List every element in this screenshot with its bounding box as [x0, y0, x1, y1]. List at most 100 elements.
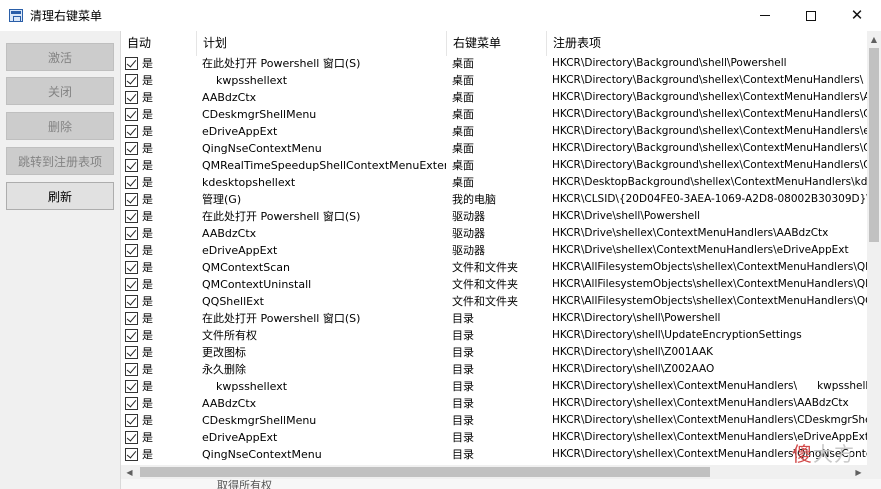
- table-row[interactable]: 是 更改图标 目录 HKCR\Directory\shell\Z001AAK: [121, 344, 867, 361]
- table-row[interactable]: 是 eDriveAppExt 驱动器 HKCR\Drive\shellex\Conte…: [121, 242, 867, 259]
- auto-cell[interactable]: 是: [125, 361, 197, 378]
- table-row[interactable]: 是 AABdzCtx 桌面 HKCR\Directory\Background\she…: [121, 89, 867, 106]
- checkbox-checked-icon[interactable]: [125, 380, 138, 393]
- checkbox-checked-icon[interactable]: [125, 142, 138, 155]
- scroll-right-icon[interactable]: ▶: [850, 465, 867, 479]
- auto-cell[interactable]: 是: [125, 191, 197, 208]
- checkbox-checked-icon[interactable]: [125, 125, 138, 138]
- scroll-up-icon[interactable]: ▲: [867, 31, 881, 48]
- delete-button[interactable]: 删除: [6, 112, 114, 140]
- column-header-auto[interactable]: 自动: [121, 31, 197, 56]
- horizontal-scroll-thumb[interactable]: [140, 467, 710, 477]
- table-row[interactable]: 是 QMContextUninstall 文件和文件夹 HKCR\AllFilesys…: [121, 276, 867, 293]
- auto-cell[interactable]: 是: [125, 123, 197, 140]
- table-row[interactable]: 是 kdesktopshellext 桌面 HKCR\DesktopBackgroun…: [121, 174, 867, 191]
- checkbox-checked-icon[interactable]: [125, 346, 138, 359]
- table-row[interactable]: 是 QingNseContextMenu 目录 HKCR\Directory\shel…: [121, 446, 867, 463]
- vertical-scroll-thumb[interactable]: [869, 48, 879, 242]
- table-row[interactable]: 是 AABdzCtx 目录 HKCR\Directory\shellex\Contex…: [121, 395, 867, 412]
- auto-cell[interactable]: 是: [125, 395, 197, 412]
- auto-value: 是: [142, 312, 153, 325]
- checkbox-checked-icon[interactable]: [125, 227, 138, 240]
- table-row[interactable]: 是 eDriveAppExt 目录 HKCR\Directory\shellex\Co…: [121, 429, 867, 446]
- auto-cell[interactable]: 是: [125, 276, 197, 293]
- auto-cell[interactable]: 是: [125, 242, 197, 259]
- minimize-icon: [760, 15, 770, 16]
- auto-cell[interactable]: 是: [125, 140, 197, 157]
- table-row[interactable]: 是 QMRealTimeSpeedupShellContextMenuExtens…: [121, 157, 867, 174]
- maximize-button[interactable]: [788, 0, 834, 31]
- auto-cell[interactable]: 是: [125, 310, 197, 327]
- auto-cell[interactable]: 是: [125, 293, 197, 310]
- auto-cell[interactable]: 是: [125, 174, 197, 191]
- scroll-left-icon[interactable]: ◀: [121, 465, 138, 479]
- checkbox-checked-icon[interactable]: [125, 278, 138, 291]
- checkbox-checked-icon[interactable]: [125, 397, 138, 410]
- checkbox-checked-icon[interactable]: [125, 431, 138, 444]
- auto-cell[interactable]: 是: [125, 89, 197, 106]
- checkbox-checked-icon[interactable]: [125, 210, 138, 223]
- column-header-registry[interactable]: 注册表项: [547, 31, 867, 56]
- disable-button[interactable]: 关闭: [6, 77, 114, 105]
- checkbox-checked-icon[interactable]: [125, 261, 138, 274]
- auto-cell[interactable]: 是: [125, 344, 197, 361]
- checkbox-checked-icon[interactable]: [125, 312, 138, 325]
- auto-cell[interactable]: 是: [125, 259, 197, 276]
- goto-registry-button[interactable]: 跳转到注册表项: [6, 147, 114, 175]
- column-header-menu[interactable]: 右键菜单: [447, 31, 547, 56]
- auto-cell[interactable]: 是: [125, 55, 197, 72]
- table-row[interactable]: 是 AABdzCtx 驱动器 HKCR\Drive\shellex\ContextMe…: [121, 225, 867, 242]
- menu-cell: 目录: [452, 397, 474, 410]
- auto-cell[interactable]: 是: [125, 225, 197, 242]
- table-row[interactable]: 是 在此处打开 Powershell 窗口(S) 驱动器 HKCR\Drive\she…: [121, 208, 867, 225]
- table-row[interactable]: 是 kwpsshellext 桌面 HKCR\Directory\Backgroun…: [121, 72, 867, 89]
- checkbox-checked-icon[interactable]: [125, 74, 138, 87]
- horizontal-scrollbar[interactable]: ◀ ▶: [121, 465, 867, 479]
- plan-cell: 永久删除: [202, 363, 246, 376]
- checkbox-checked-icon[interactable]: [125, 176, 138, 189]
- partial-next-row: 取得所有权: [121, 479, 881, 489]
- table-row[interactable]: 是 QingNseContextMenu 桌面 HKCR\Directory\Back…: [121, 140, 867, 157]
- table-row[interactable]: 是 QMContextScan 文件和文件夹 HKCR\AllFilesystemOb…: [121, 259, 867, 276]
- table-row[interactable]: 是 文件所有权 目录 HKCR\Directory\shell\UpdateEncry…: [121, 327, 867, 344]
- auto-cell[interactable]: 是: [125, 157, 197, 174]
- registry-cell: HKCR\Directory\shellex\ContextMenuHandle…: [552, 397, 849, 409]
- checkbox-checked-icon[interactable]: [125, 159, 138, 172]
- checkbox-checked-icon[interactable]: [125, 91, 138, 104]
- auto-cell[interactable]: 是: [125, 446, 197, 463]
- checkbox-checked-icon[interactable]: [125, 244, 138, 257]
- table-row[interactable]: 是 CDeskmgrShellMenu 目录 HKCR\Directory\shell…: [121, 412, 867, 429]
- table-row[interactable]: 是 kwpsshellext 目录 HKCR\Directory\shellex\C…: [121, 378, 867, 395]
- checkbox-checked-icon[interactable]: [125, 57, 138, 70]
- table-row[interactable]: 是 在此处打开 Powershell 窗口(S) 目录 HKCR\Directory\…: [121, 310, 867, 327]
- checkbox-checked-icon[interactable]: [125, 363, 138, 376]
- auto-value: 是: [142, 142, 153, 155]
- auto-cell[interactable]: 是: [125, 412, 197, 429]
- table-row[interactable]: 是 eDriveAppExt 桌面 HKCR\Directory\Background…: [121, 123, 867, 140]
- title-bar: 清理右键菜单 ✕: [0, 0, 881, 31]
- checkbox-checked-icon[interactable]: [125, 448, 138, 461]
- close-button[interactable]: ✕: [834, 0, 880, 31]
- table-row[interactable]: 是 管理(G) 我的电脑 HKCR\CLSID\{20D04FE0-3AEA-1069…: [121, 191, 867, 208]
- table-row[interactable]: 是 QQShellExt 文件和文件夹 HKCR\AllFilesystemObjec…: [121, 293, 867, 310]
- table-row[interactable]: 是 永久删除 目录 HKCR\Directory\shell\Z002AAO: [121, 361, 867, 378]
- auto-cell[interactable]: 是: [125, 327, 197, 344]
- checkbox-checked-icon[interactable]: [125, 414, 138, 427]
- minimize-button[interactable]: [742, 0, 788, 31]
- column-header-plan[interactable]: 计划: [197, 31, 447, 56]
- checkbox-checked-icon[interactable]: [125, 193, 138, 206]
- table-row[interactable]: 是 CDeskmgrShellMenu 桌面 HKCR\Directory\Backg…: [121, 106, 867, 123]
- auto-cell[interactable]: 是: [125, 208, 197, 225]
- auto-cell[interactable]: 是: [125, 429, 197, 446]
- checkbox-checked-icon[interactable]: [125, 108, 138, 121]
- refresh-button[interactable]: 刷新: [6, 182, 114, 210]
- activate-button[interactable]: 激活: [6, 43, 114, 71]
- checkbox-checked-icon[interactable]: [125, 329, 138, 342]
- auto-cell[interactable]: 是: [125, 378, 197, 395]
- registry-cell: HKCR\Directory\shell\Z002AAO: [552, 363, 715, 375]
- auto-cell[interactable]: 是: [125, 72, 197, 89]
- checkbox-checked-icon[interactable]: [125, 295, 138, 308]
- vertical-scrollbar[interactable]: ▲: [867, 31, 881, 465]
- auto-cell[interactable]: 是: [125, 106, 197, 123]
- table-row[interactable]: 是 在此处打开 Powershell 窗口(S) 桌面 HKCR\Directory\…: [121, 55, 867, 72]
